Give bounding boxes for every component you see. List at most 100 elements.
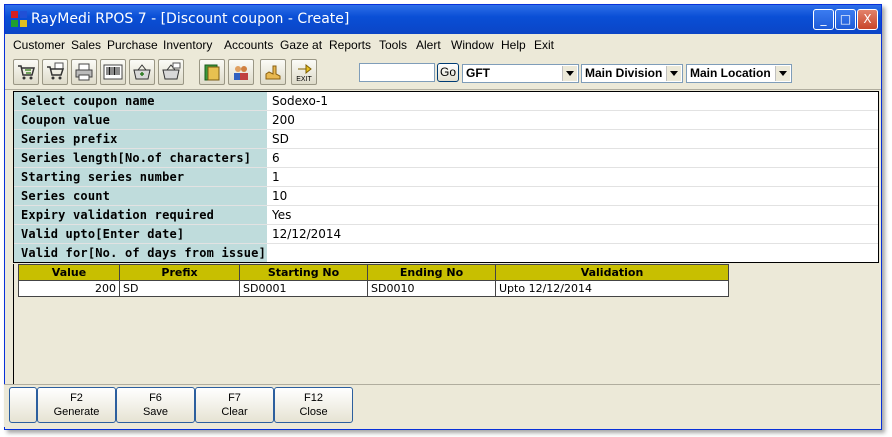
series-count-field[interactable]: 10 bbox=[269, 187, 874, 205]
location-select[interactable]: Main Location bbox=[686, 64, 792, 83]
form-row: Expiry validation required Yes bbox=[14, 206, 878, 225]
barcode-button[interactable] bbox=[100, 59, 126, 85]
close-label: Close bbox=[299, 406, 328, 418]
search-input[interactable] bbox=[359, 63, 435, 82]
basket-list-icon bbox=[162, 62, 181, 80]
menu-gaze-at[interactable]: Gaze at bbox=[280, 38, 322, 52]
go-button[interactable]: Go bbox=[437, 63, 459, 82]
grid-header-value[interactable]: Value bbox=[18, 264, 120, 281]
coupon-value-field[interactable]: 200 bbox=[269, 111, 874, 129]
menu-window[interactable]: Window bbox=[451, 38, 494, 52]
grid-header-starting-no[interactable]: Starting No bbox=[239, 264, 368, 281]
cart-button[interactable] bbox=[13, 59, 39, 85]
series-length-field[interactable]: 6 bbox=[269, 149, 874, 167]
field-label: Valid for[No. of days from issue] bbox=[14, 244, 267, 262]
menu-accounts[interactable]: Accounts bbox=[224, 38, 273, 52]
field-label: Series prefix bbox=[14, 130, 267, 148]
exit-icon bbox=[298, 63, 312, 75]
cell-validation[interactable]: Upto 12/12/2014 bbox=[495, 280, 729, 297]
field-label: Select coupon name bbox=[14, 92, 267, 110]
form-row: Series prefix SD bbox=[14, 130, 878, 149]
chevron-down-icon[interactable] bbox=[666, 66, 681, 81]
table-row[interactable]: 200 SD SD0001 SD0010 Upto 12/12/2014 bbox=[18, 280, 729, 297]
coupon-form: Select coupon name Sodexo-1 Coupon value… bbox=[13, 91, 879, 263]
form-row: Series length[No.of characters] 6 bbox=[14, 149, 878, 168]
division-select[interactable]: Main Division bbox=[581, 64, 683, 83]
cart-list-icon bbox=[47, 62, 65, 80]
form-row: Valid for[No. of days from issue] bbox=[14, 244, 878, 263]
chevron-down-icon[interactable] bbox=[775, 66, 790, 81]
grid-header-ending-no[interactable]: Ending No bbox=[367, 264, 496, 281]
cell-starting-no[interactable]: SD0001 bbox=[239, 280, 368, 297]
hand-button[interactable] bbox=[260, 59, 286, 85]
cart-list-button[interactable] bbox=[42, 59, 68, 85]
menu-exit[interactable]: Exit bbox=[534, 38, 554, 52]
app-icon bbox=[11, 11, 27, 27]
cell-value[interactable]: 200 bbox=[18, 280, 120, 297]
menu-alert[interactable]: Alert bbox=[416, 38, 441, 52]
book-button[interactable] bbox=[199, 59, 225, 85]
menu-inventory[interactable]: Inventory bbox=[163, 38, 212, 52]
basket-add-button[interactable] bbox=[129, 59, 155, 85]
grid-header-prefix[interactable]: Prefix bbox=[119, 264, 240, 281]
printer-icon bbox=[75, 63, 93, 81]
form-row: Select coupon name Sodexo-1 bbox=[14, 92, 878, 111]
restore-button[interactable]: □ bbox=[835, 9, 856, 30]
cart-icon bbox=[18, 65, 35, 80]
location-select-value: Main Location bbox=[690, 66, 771, 80]
menu-help[interactable]: Help bbox=[501, 38, 526, 52]
chevron-down-icon[interactable] bbox=[562, 66, 577, 81]
basket-list-button[interactable] bbox=[158, 59, 184, 85]
close-button[interactable]: X bbox=[857, 9, 878, 30]
form-row: Starting series number 1 bbox=[14, 168, 878, 187]
field-label: Series count bbox=[14, 187, 267, 205]
field-label: Valid upto[Enter date] bbox=[14, 225, 267, 243]
close-icon: X bbox=[863, 12, 872, 26]
clear-button[interactable]: F7 Clear bbox=[195, 387, 274, 423]
menu-customer[interactable]: Customer bbox=[13, 38, 65, 52]
blank-key-button[interactable] bbox=[9, 387, 37, 423]
generate-label: Generate bbox=[53, 406, 100, 418]
people-button[interactable] bbox=[228, 59, 254, 85]
division-select-value: Main Division bbox=[585, 66, 663, 80]
save-button[interactable]: F6 Save bbox=[116, 387, 195, 423]
starting-series-field[interactable]: 1 bbox=[269, 168, 874, 186]
type-select[interactable]: GFT bbox=[462, 64, 579, 83]
grid-header-validation[interactable]: Validation bbox=[495, 264, 729, 281]
coupon-name-field[interactable]: Sodexo-1 bbox=[269, 92, 874, 110]
expiry-validation-field[interactable]: Yes bbox=[269, 206, 874, 224]
menu-reports[interactable]: Reports bbox=[329, 38, 371, 52]
minimize-button[interactable]: _ bbox=[813, 9, 834, 30]
save-key: F6 bbox=[149, 392, 162, 404]
window-title: RayMedi RPOS 7 - [Discount coupon - Crea… bbox=[31, 11, 350, 27]
field-label: Series length[No.of characters] bbox=[14, 149, 267, 167]
cell-prefix[interactable]: SD bbox=[119, 280, 240, 297]
barcode-icon bbox=[103, 64, 123, 80]
clear-key: F7 bbox=[228, 392, 241, 404]
menu-tools[interactable]: Tools bbox=[379, 38, 407, 52]
menu-sales[interactable]: Sales bbox=[71, 38, 101, 52]
clear-label: Clear bbox=[221, 406, 248, 418]
coupon-grid-area: Value Prefix Starting No Ending No Valid… bbox=[13, 264, 879, 386]
series-prefix-field[interactable]: SD bbox=[269, 130, 874, 148]
menu-purchase[interactable]: Purchase bbox=[107, 38, 158, 52]
valid-for-days-field[interactable] bbox=[269, 244, 874, 262]
type-select-value: GFT bbox=[466, 66, 490, 80]
main-window: RayMedi RPOS 7 - [Discount coupon - Crea… bbox=[4, 4, 882, 430]
title-bar[interactable]: RayMedi RPOS 7 - [Discount coupon - Crea… bbox=[5, 5, 881, 34]
book-icon bbox=[204, 64, 220, 81]
field-label: Starting series number bbox=[14, 168, 267, 186]
exit-button[interactable]: EXIT bbox=[291, 59, 317, 85]
close-form-button[interactable]: F12 Close bbox=[274, 387, 353, 423]
print-button[interactable] bbox=[71, 59, 97, 85]
cell-ending-no[interactable]: SD0010 bbox=[367, 280, 496, 297]
generate-button[interactable]: F2 Generate bbox=[37, 387, 116, 423]
field-label: Coupon value bbox=[14, 111, 267, 129]
valid-upto-field[interactable]: 12/12/2014 bbox=[269, 225, 874, 243]
generate-key: F2 bbox=[70, 392, 83, 404]
coupon-grid: Value Prefix Starting No Ending No Valid… bbox=[18, 264, 729, 297]
field-label: Expiry validation required bbox=[14, 206, 267, 224]
minimize-icon: _ bbox=[820, 12, 827, 26]
form-row: Coupon value 200 bbox=[14, 111, 878, 130]
save-label: Save bbox=[142, 406, 169, 418]
